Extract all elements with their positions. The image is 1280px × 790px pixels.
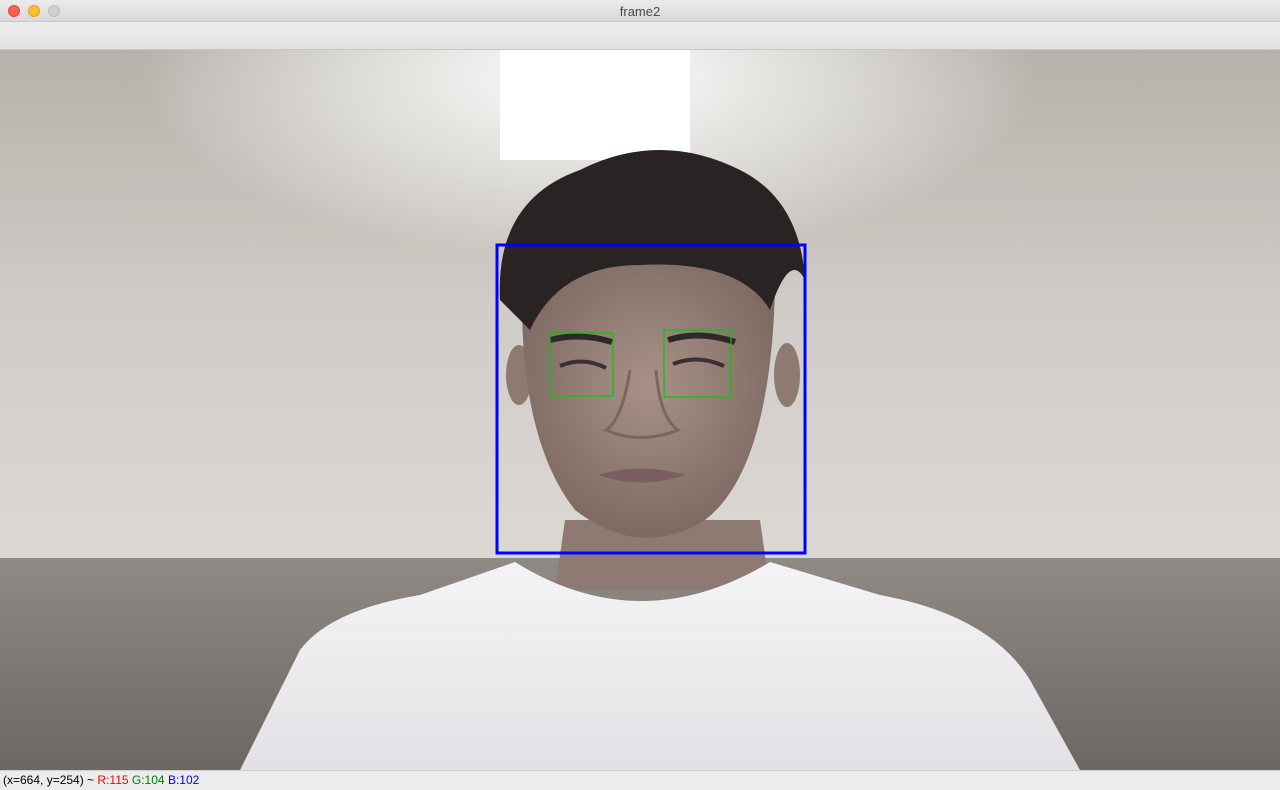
toolbar	[0, 22, 1280, 50]
ceiling-light	[500, 50, 690, 160]
app-window: frame2 (x=664, y=254) ~ R:115 G:104 B:10…	[0, 0, 1280, 790]
blue-value: B:102	[167, 773, 200, 787]
camera-frame[interactable]	[0, 50, 1280, 770]
camera-image	[0, 50, 1280, 770]
right-ear	[774, 343, 800, 407]
red-value: R:115	[97, 773, 129, 787]
green-value: G:104	[131, 773, 165, 787]
pixel-coordinates: (x=664, y=254) ~	[3, 773, 95, 787]
status-bar: (x=664, y=254) ~ R:115 G:104 B:102	[0, 770, 1280, 790]
title-bar: frame2	[0, 0, 1280, 22]
window-title: frame2	[619, 4, 661, 19]
